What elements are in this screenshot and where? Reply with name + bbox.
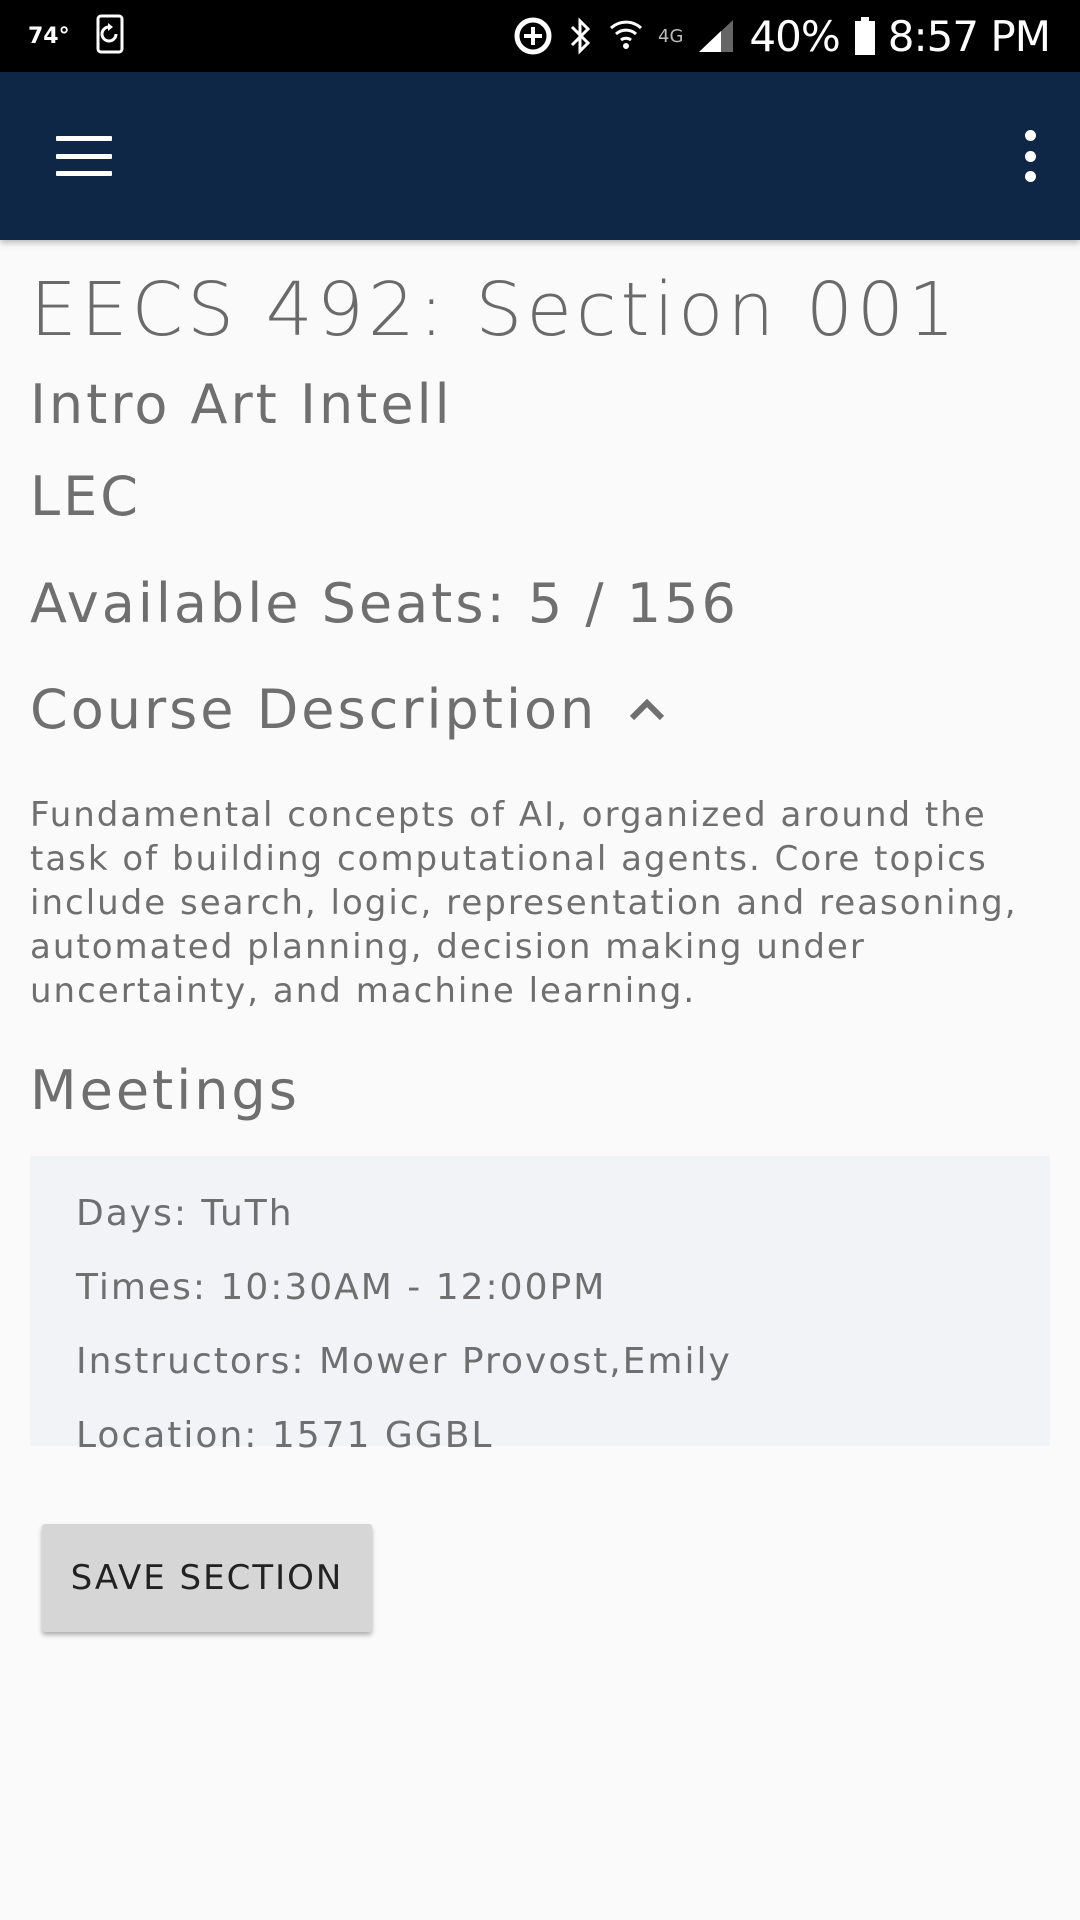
status-right: 4G 40% 8:57 PM — [498, 11, 1051, 61]
status-bar: 74° 4G 40% 8:57 PM — [0, 0, 1080, 72]
kebab-menu-icon[interactable] — [1020, 130, 1040, 182]
course-type: LEC — [30, 464, 141, 528]
cell-signal-icon — [697, 18, 735, 54]
course-description-text: Fundamental concepts of AI, organized ar… — [30, 794, 1018, 1011]
course-name: Intro Art Intell — [30, 373, 453, 437]
network-type-icon: 4G — [658, 25, 684, 47]
available-seats: Available Seats: 5 / 156 — [30, 572, 739, 636]
save-section-button[interactable]: SAVE SECTION — [42, 1524, 372, 1633]
wifi-icon — [608, 16, 644, 56]
meeting-location: Location: 1571 GGBL — [76, 1415, 494, 1457]
course-description-header: Course Description — [30, 677, 598, 741]
clock-text: 8:57 PM — [887, 11, 1051, 61]
meeting-times: Times: 10:30AM - 12:00PM — [76, 1267, 607, 1309]
status-left: 74° — [28, 14, 130, 58]
rotate-screen-icon — [96, 14, 130, 58]
battery-percent-text: 40% — [749, 11, 840, 61]
battery-icon — [854, 16, 876, 56]
data-saver-icon — [512, 15, 554, 57]
hamburger-menu-icon[interactable] — [56, 136, 112, 176]
page-title: EECS 492: Section 001 — [30, 267, 960, 353]
temperature-text: 74° — [28, 23, 70, 49]
meeting-days: Days: TuTh — [76, 1193, 294, 1235]
meeting-instructors: Instructors: Mower Provost,Emily — [76, 1341, 732, 1383]
course-description-toggle[interactable]: Course Description — [30, 677, 1050, 741]
app-bar — [0, 72, 1080, 240]
bluetooth-icon — [568, 16, 594, 56]
meetings-title: Meetings — [30, 1058, 300, 1122]
course-detail: EECS 492: Section 001 Intro Art Intell L… — [0, 267, 1080, 1633]
chevron-up-icon[interactable] — [627, 695, 667, 723]
meetings-card: Days: TuTh Times: 10:30AM - 12:00PM Inst… — [30, 1156, 1050, 1456]
